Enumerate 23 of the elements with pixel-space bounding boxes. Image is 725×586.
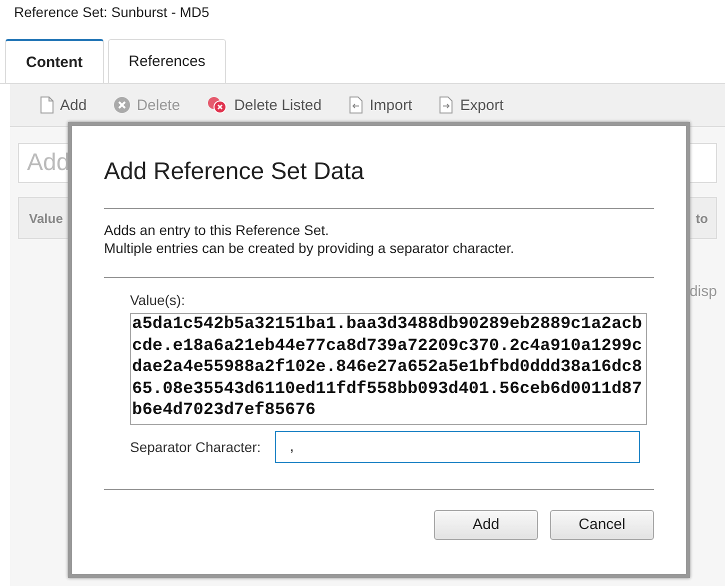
separator-field[interactable]: , <box>274 430 640 462</box>
dialog-button[interactable]: Cancel <box>550 510 654 540</box>
tab[interactable]: References <box>108 39 226 83</box>
dialog-button[interactable]: Add <box>434 510 538 540</box>
tab[interactable]: Content <box>5 39 104 83</box>
delete-icon <box>206 96 228 114</box>
delete-listed-button[interactable]: Delete Listed <box>206 96 322 114</box>
add-button[interactable]: Add <box>40 96 87 114</box>
dialog-title: Add Reference Set Data <box>104 158 366 186</box>
export-button[interactable]: Export <box>438 96 504 114</box>
page-title: Reference Set: Sunburst - MD5 <box>13 3 210 22</box>
empty-message: disp <box>688 283 717 300</box>
import-icon <box>348 96 364 114</box>
export-icon <box>438 96 454 114</box>
values-field[interactable]: a5da1c542b5a32151ba1.baa3d3488db90289eb2889c1a2acbcde.e18a6a21eb44e77ca8d739a72209c370.2c4a910a1299cdae2a4e55988a2f102e.846e27a652a5e1bfbd0ddd38a16dc865.08e35543d6110ed11fdf558bb093d401.56ceb6d0011d87b6e4d7023d7ef85676 <box>130 313 648 424</box>
document-icon <box>40 96 54 114</box>
field-label: Value(s): <box>130 292 186 308</box>
column-header: Value <box>29 210 63 226</box>
column-header: to <box>696 210 708 226</box>
delete-icon <box>112 96 131 114</box>
import-button[interactable]: Import <box>348 96 412 114</box>
dialog-description: Adds an entry to this Reference Set. Multiple entries can be created by providing a separator character. <box>104 221 516 257</box>
field-label: Separator Character: <box>130 438 261 454</box>
